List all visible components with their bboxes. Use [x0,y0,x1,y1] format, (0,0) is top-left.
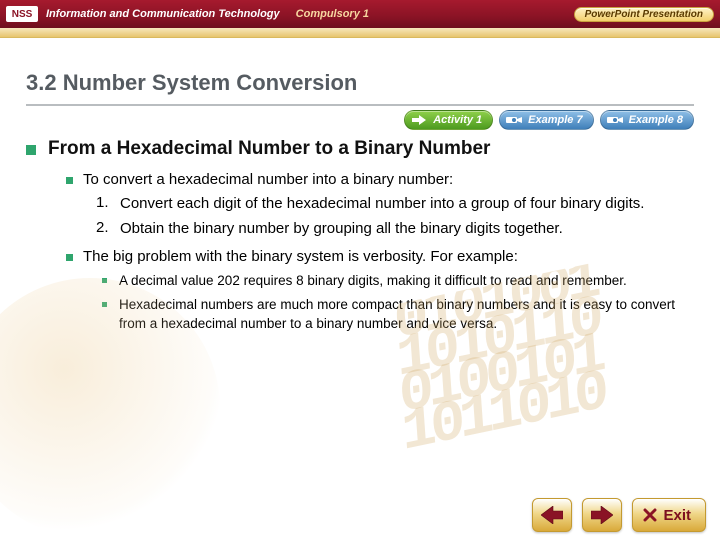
intro-text-2: The big problem with the binary system i… [83,247,518,267]
content-block-1: To convert a hexadecimal number into a b… [66,170,694,334]
projector-icon [504,112,524,128]
projector-icon [605,112,625,128]
list-item: Hexadecimal numbers are much more compac… [102,295,694,334]
example-8-label: Example 8 [629,114,683,126]
top-brand-bar: NSS Information and Communication Techno… [0,0,720,28]
bullet-icon [66,177,73,184]
bullet-icon [102,302,107,307]
step-number: 1. [96,194,120,211]
activity-1-button[interactable]: Activity 1 [404,110,493,130]
sub-point-text: Hexadecimal numbers are much more compac… [119,295,694,334]
example-8-button[interactable]: Example 8 [600,110,694,130]
subheading: From a Hexadecimal Number to a Binary Nu… [48,138,490,160]
intro-text: To convert a hexadecimal number into a b… [83,170,453,190]
powerpoint-presentation-button[interactable]: PowerPoint Presentation [574,7,714,22]
sub-bullet-list: A decimal value 202 requires 8 binary di… [102,271,694,334]
arrow-left-icon [541,506,563,524]
arrow-right-icon [409,112,429,128]
list-item: The big problem with the binary system i… [66,247,694,267]
section-title: 3.2 Number System Conversion [26,70,694,106]
bullet-icon [102,278,107,283]
close-icon [643,508,657,522]
brand-subtitle: Compulsory 1 [296,8,369,20]
exit-label: Exit [663,507,691,524]
subheading-row: From a Hexadecimal Number to a Binary Nu… [26,138,694,160]
example-7-button[interactable]: Example 7 [499,110,593,130]
bullet-icon [26,145,36,155]
brand-logo: NSS [6,6,38,22]
brand-title: Information and Communication Technology [46,8,280,20]
arrow-right-icon [591,506,613,524]
activity-1-label: Activity 1 [433,114,482,126]
step-text: Convert each digit of the hexadecimal nu… [120,194,644,214]
step-number: 2. [96,219,120,236]
sub-point-text: A decimal value 202 requires 8 binary di… [119,271,627,291]
next-slide-button[interactable] [582,498,622,532]
bullet-icon [66,254,73,261]
footer-nav: Exit [0,496,720,534]
ordered-steps-list: 1. Convert each digit of the hexadecimal… [96,194,694,239]
prev-slide-button[interactable] [532,498,572,532]
example-7-label: Example 7 [528,114,582,126]
link-button-row: Activity 1 Example 7 Example 8 [26,110,694,130]
exit-button[interactable]: Exit [632,498,706,532]
list-item: A decimal value 202 requires 8 binary di… [102,271,694,291]
list-item: To convert a hexadecimal number into a b… [66,170,694,190]
gold-divider-strip [0,28,720,38]
list-item: 1. Convert each digit of the hexadecimal… [96,194,694,214]
slide-content: 3.2 Number System Conversion Activity 1 … [0,38,720,508]
step-text: Obtain the binary number by grouping all… [120,219,563,239]
list-item: 2. Obtain the binary number by grouping … [96,219,694,239]
